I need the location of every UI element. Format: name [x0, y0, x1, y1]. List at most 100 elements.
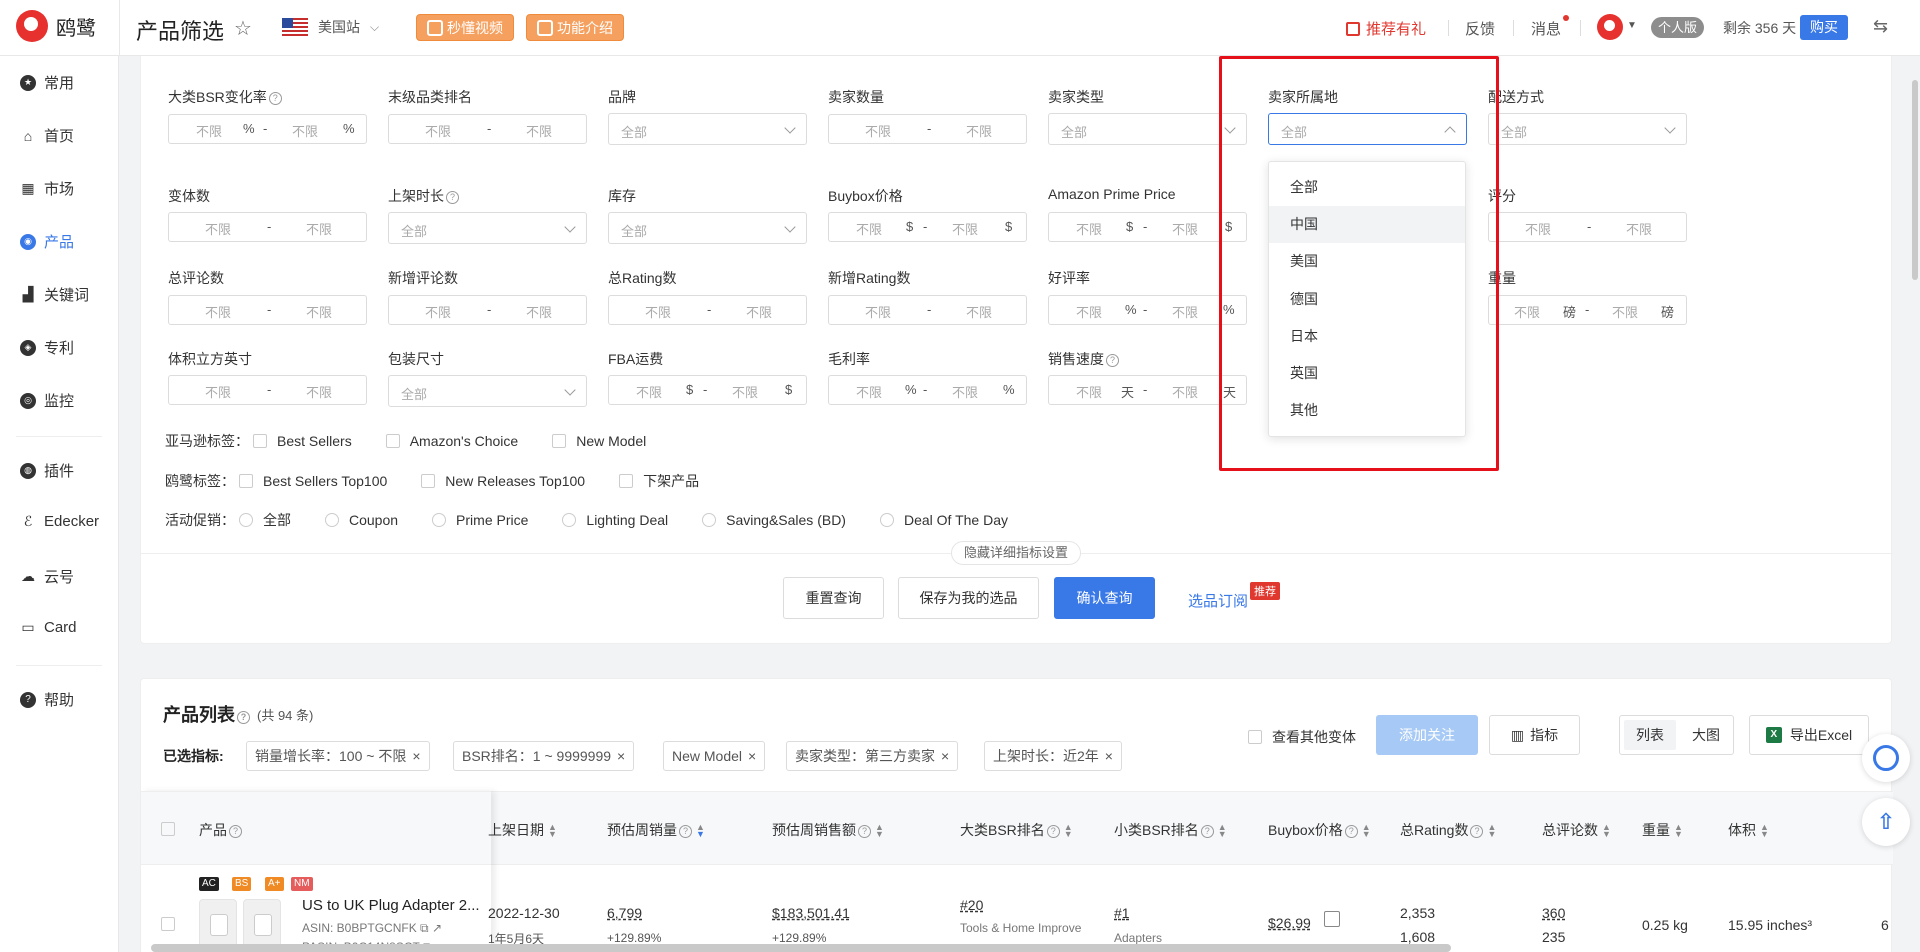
metrics-button[interactable]: ▥ 指标	[1489, 715, 1580, 755]
max-input[interactable]: 不限	[1626, 219, 1652, 238]
stock-select[interactable]: 全部	[608, 212, 807, 244]
sidebar-item-product[interactable]: ◉ 产品	[20, 231, 74, 252]
delivery-select[interactable]: 全部	[1488, 113, 1687, 145]
sidebar-item-common[interactable]: ★ 常用	[20, 72, 74, 93]
help-icon[interactable]: ?	[237, 711, 250, 724]
bsr-big-rank[interactable]: #20	[960, 897, 983, 913]
buybox-price[interactable]: $26.99	[1268, 915, 1311, 931]
min-input[interactable]: 不限	[645, 302, 671, 321]
max-input[interactable]: 不限	[966, 302, 992, 321]
package-select[interactable]: 全部	[388, 375, 587, 407]
column-header-buybox[interactable]: Buybox价格? ▲ ▼	[1268, 820, 1371, 840]
subscribe-link[interactable]: 选品订阅	[1188, 590, 1248, 611]
good-rate-range[interactable]: 不限% - 不限%	[1048, 295, 1247, 325]
column-header-weight[interactable]: 重量 ▲ ▼	[1642, 820, 1683, 840]
table-row[interactable]: AC BS A+ NM US to UK Plug Adapter 2... A…	[141, 865, 1893, 952]
promo-all[interactable]: 全部	[263, 510, 291, 530]
bsr-small-rank[interactable]: #1	[1114, 905, 1130, 921]
max-input[interactable]: 不限	[966, 121, 992, 140]
max-input[interactable]: 不限	[1172, 219, 1198, 238]
intro-button[interactable]: 功能介绍	[526, 14, 624, 41]
copy-icon[interactable]: ⧉	[420, 921, 429, 935]
sort-icon[interactable]: ▲ ▼	[1602, 823, 1611, 839]
weekly-sales[interactable]: 6,799	[607, 905, 642, 921]
filter-chip[interactable]: BSR排名：1 ~ 9999999 ×	[453, 741, 635, 771]
video-button[interactable]: 秒懂视频	[416, 14, 514, 41]
sort-icon[interactable]: ▲ ▼	[1064, 823, 1073, 839]
help-icon[interactable]: ?	[1344, 825, 1358, 838]
view-big-button[interactable]: 大图	[1680, 720, 1732, 750]
min-input[interactable]: 不限	[865, 302, 891, 321]
column-header-bsr-big[interactable]: 大类BSR排名? ▲ ▼	[960, 820, 1073, 840]
gift-link[interactable]: 推荐有礼	[1346, 18, 1426, 39]
product-title[interactable]: US to UK Plug Adapter 2...	[302, 897, 480, 914]
max-input[interactable]: 不限	[952, 219, 978, 238]
margin-range[interactable]: 不限% - 不限%	[828, 375, 1027, 405]
favorite-star-icon[interactable]: ☆	[234, 16, 252, 41]
sort-icon[interactable]: ▲ ▼	[1674, 823, 1683, 839]
review-count[interactable]: 360	[1542, 905, 1565, 921]
min-input[interactable]: 不限	[1076, 382, 1102, 401]
tag-best-sellers-top100[interactable]: Best Sellers Top100	[263, 473, 387, 489]
customer-service-button[interactable]	[1862, 734, 1910, 782]
row-checkbox[interactable]	[161, 917, 175, 931]
min-input[interactable]: 不限	[856, 219, 882, 238]
buybox-range[interactable]: 不限 $ - 不限 $	[828, 212, 1027, 242]
min-input[interactable]: 不限	[856, 382, 882, 401]
new-reviews-range[interactable]: 不限 - 不限	[388, 295, 587, 325]
checkbox[interactable]	[552, 434, 567, 448]
listing-age-select[interactable]: 全部	[388, 212, 587, 244]
sort-icon[interactable]: ▲ ▼	[696, 823, 705, 839]
sidebar-item-plugin[interactable]: ◍ 插件	[20, 460, 74, 481]
column-header-weekly-sales[interactable]: 预估周销量? ▲ ▼	[607, 820, 705, 840]
confirm-query-button[interactable]: 确认查询	[1054, 577, 1155, 619]
tag-best-sellers[interactable]: Best Sellers	[277, 433, 352, 449]
promo-prime-price[interactable]: Prime Price	[456, 512, 528, 528]
tag-new-model[interactable]: New Model	[576, 433, 646, 449]
min-input[interactable]: 不限	[1525, 219, 1551, 238]
avatar[interactable]	[1597, 14, 1623, 40]
radio[interactable]	[239, 513, 253, 527]
sidebar-item-help[interactable]: ? 帮助	[20, 689, 74, 710]
sidebar-item-keyword[interactable]: ▟ 关键词	[20, 284, 89, 305]
column-header-weekly-revenue[interactable]: 预估周销售额? ▲ ▼	[772, 820, 884, 840]
max-input[interactable]: 不限	[306, 382, 332, 401]
max-input[interactable]: 不限	[732, 382, 758, 401]
site-select[interactable]: 美国站 ⌵	[282, 17, 379, 37]
weight-range[interactable]: 不限磅 - 不限磅	[1488, 295, 1687, 325]
prime-price-range[interactable]: 不限 $ - 不限 $	[1048, 212, 1247, 242]
close-icon[interactable]: ×	[412, 748, 420, 764]
checkbox[interactable]	[385, 434, 400, 448]
brand-select[interactable]: 全部	[608, 113, 807, 145]
sidebar-item-monitor[interactable]: ◎ 监控	[20, 390, 74, 411]
logo[interactable]: 鸥鹭	[16, 10, 96, 42]
min-input[interactable]: 不限	[1514, 302, 1540, 321]
add-follow-button[interactable]: 添加关注	[1376, 715, 1478, 755]
sort-icon[interactable]: ▲ ▼	[1362, 823, 1371, 839]
price-chart-icon[interactable]	[1324, 911, 1340, 927]
filter-chip[interactable]: New Model ×	[663, 741, 766, 771]
total-rating-range[interactable]: 不限 - 不限	[608, 295, 807, 325]
filter-chip[interactable]: 上架时长：近2年 ×	[984, 741, 1122, 771]
other-variants-toggle[interactable]: 查看其他变体	[1248, 727, 1356, 747]
filter-chip[interactable]: 卖家类型：第三方卖家 ×	[786, 741, 959, 771]
view-list-button[interactable]: 列表	[1624, 720, 1676, 750]
radio[interactable]	[325, 513, 339, 527]
sidebar-item-patent[interactable]: ◈ 专利	[20, 337, 74, 358]
hide-detail-toggle[interactable]: 隐藏详细指标设置	[951, 541, 1082, 565]
min-input[interactable]: 不限	[1076, 219, 1102, 238]
min-input[interactable]: 不限	[205, 302, 231, 321]
horizontal-scrollbar[interactable]	[151, 944, 1451, 952]
min-input[interactable]: 不限	[196, 121, 222, 140]
sidebar-item-edecker[interactable]: ℰ Edecker	[20, 513, 99, 530]
close-icon[interactable]: ×	[941, 748, 949, 764]
volume-range[interactable]: 不限 - 不限	[168, 375, 367, 405]
min-input[interactable]: 不限	[636, 382, 662, 401]
radio[interactable]	[562, 513, 577, 527]
close-icon[interactable]: ×	[617, 748, 625, 764]
checkbox[interactable]	[421, 474, 436, 488]
sort-icon[interactable]: ▲ ▼	[875, 823, 884, 839]
help-icon[interactable]: ?	[679, 825, 692, 838]
max-input[interactable]: 不限	[292, 121, 318, 140]
sidebar-item-cloud[interactable]: ☁ 云号	[20, 566, 74, 587]
